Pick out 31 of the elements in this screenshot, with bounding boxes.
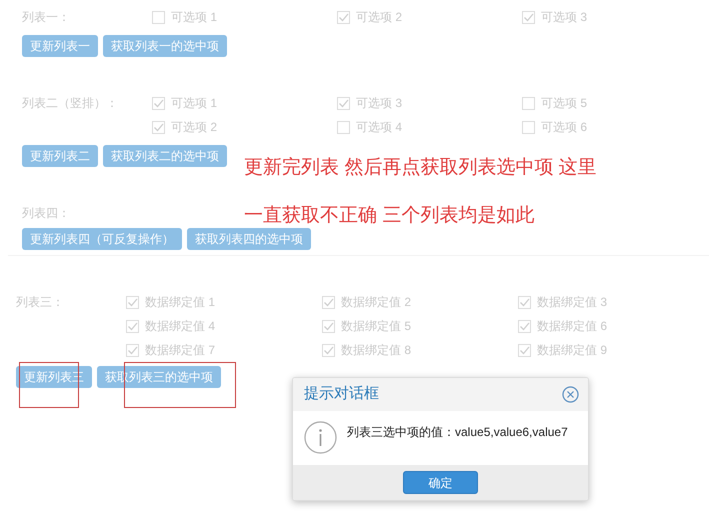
checkbox[interactable] [126,320,139,332]
checkbox[interactable] [152,120,165,134]
checkbox[interactable] [152,10,165,24]
action-button[interactable]: 更新列表四（可反复操作） [22,228,182,250]
action-button[interactable]: 获取列表四的选中项 [187,228,311,250]
dialog-title: 提示对话框 [304,384,379,404]
close-icon[interactable] [562,386,579,403]
action-button[interactable]: 更新列表一 [22,35,98,57]
checkbox[interactable] [518,320,531,332]
action-button[interactable]: 获取列表一的选中项 [103,35,227,57]
action-button[interactable]: 获取列表二的选中项 [103,145,227,167]
confirm-button[interactable]: 确定 [403,471,478,494]
checkbox[interactable] [152,96,165,110]
checkbox[interactable] [126,344,139,356]
annotation-text: 更新完列表 然后再点获取列表选中项 这里 [244,156,597,180]
checkbox[interactable] [518,344,531,356]
action-button[interactable]: 更新列表二 [22,145,98,167]
checkbox[interactable] [522,96,535,110]
dialog-message: 列表三选中项的值：value5,value6,value7 [347,424,568,441]
checkbox[interactable] [337,96,350,110]
annotation-text: 一直获取不正确 三个列表均是如此 [244,204,536,228]
checkbox[interactable] [337,10,350,24]
checkbox[interactable] [322,320,335,332]
info-icon [304,421,337,454]
checkbox[interactable] [518,296,531,308]
checkbox[interactable] [522,10,535,24]
checkbox[interactable] [337,120,350,134]
checkbox[interactable] [522,120,535,134]
checkbox[interactable] [322,344,335,356]
checkbox[interactable] [322,296,335,308]
checkbox[interactable] [126,296,139,308]
